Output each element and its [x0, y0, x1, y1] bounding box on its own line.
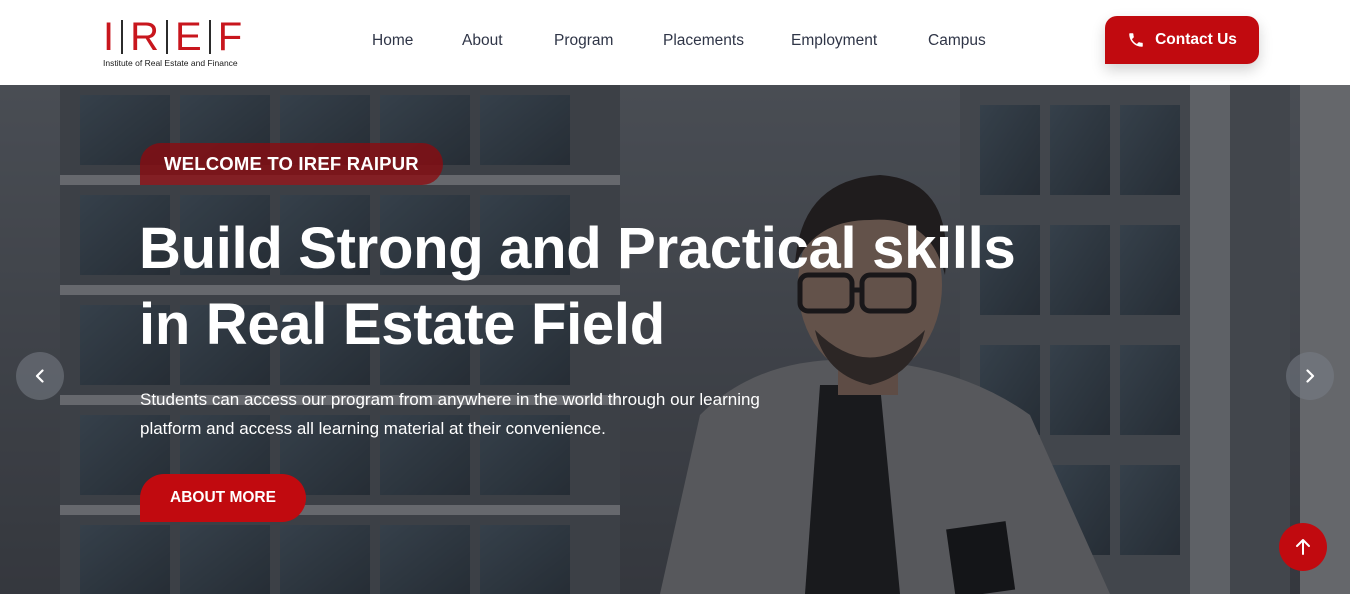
- welcome-badge: WELCOME TO IREF RAIPUR: [140, 143, 443, 185]
- slider-next-button[interactable]: [1286, 352, 1334, 400]
- site-header: I R E F Institute of Real Estate and Fin…: [0, 0, 1350, 85]
- hero-headline-line-2: in Real Estate Field: [139, 292, 665, 357]
- chevron-right-icon: [1306, 369, 1315, 383]
- welcome-badge-text: WELCOME TO IREF RAIPUR: [164, 153, 419, 174]
- nav-item-about[interactable]: About: [462, 30, 503, 52]
- back-to-top-button[interactable]: [1279, 523, 1327, 571]
- slider-prev-button[interactable]: [16, 352, 64, 400]
- logo-tagline: Institute of Real Estate and Finance: [103, 58, 238, 68]
- logo-wordmark: I R E F: [103, 15, 253, 59]
- logo-letter-f: F: [217, 15, 243, 59]
- logo-letter-r: R: [130, 15, 160, 59]
- logo-divider: [166, 20, 169, 54]
- contact-us-button[interactable]: Contact Us: [1105, 16, 1259, 64]
- nav-item-home[interactable]: Home: [372, 30, 413, 52]
- nav-item-placements[interactable]: Placements: [663, 30, 744, 52]
- hero-description: Students can access our program from any…: [140, 385, 830, 443]
- about-more-button[interactable]: ABOUT MORE: [140, 474, 306, 522]
- nav-item-campus[interactable]: Campus: [928, 30, 986, 52]
- hero-headline: Build Strong and Practical skills in Rea…: [139, 211, 1039, 363]
- chevron-left-icon: [35, 369, 44, 383]
- arrow-up-icon: [1296, 539, 1310, 555]
- logo-letter-i: I: [103, 15, 115, 59]
- iref-logo[interactable]: I R E F Institute of Real Estate and Fin…: [103, 15, 253, 70]
- hero-description-line-1: Students can access our program from any…: [140, 390, 760, 409]
- hero-headline-line-1: Build Strong and Practical skills: [139, 216, 1016, 281]
- logo-divider: [121, 20, 124, 54]
- nav-item-program[interactable]: Program: [554, 30, 613, 52]
- nav-item-employment[interactable]: Employment: [791, 30, 877, 52]
- contact-us-label: Contact Us: [1155, 31, 1237, 48]
- hero-slider: WELCOME TO IREF RAIPUR Build Strong and …: [0, 85, 1350, 594]
- phone-icon: [1127, 31, 1145, 49]
- about-more-label: ABOUT MORE: [170, 489, 276, 506]
- logo-divider: [208, 20, 211, 54]
- logo-letter-e: E: [175, 15, 202, 59]
- hero-description-line-2: platform and access all learning materia…: [140, 419, 606, 438]
